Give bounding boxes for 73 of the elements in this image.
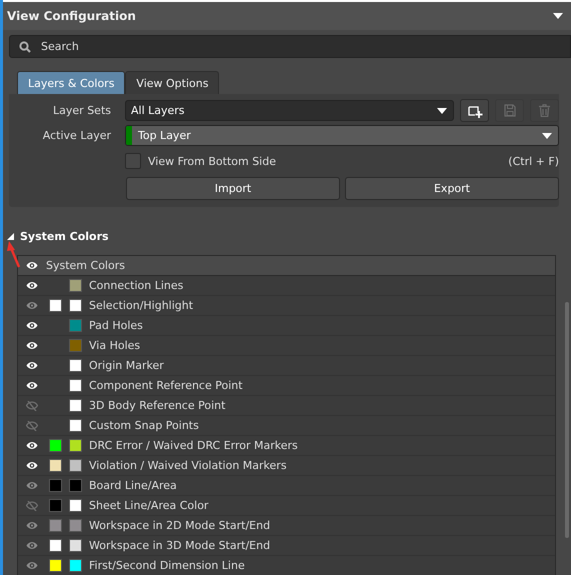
field-label: Layer Sets: [52, 104, 112, 117]
color-swatch[interactable]: [68, 519, 82, 532]
color-swatch[interactable]: [68, 399, 82, 412]
layer-name: Connection Lines: [89, 279, 184, 292]
layer-name: Pad Holes: [89, 319, 143, 332]
field-label: Active Layer: [42, 129, 112, 142]
layer-name: Board Line/Area: [89, 479, 177, 492]
layer-name: Component Reference Point: [89, 379, 243, 392]
dropdown-caret-icon[interactable]: [437, 108, 447, 114]
eye-icon[interactable]: [26, 261, 38, 270]
color-swatch[interactable]: [48, 559, 62, 572]
color-swatch[interactable]: [48, 299, 62, 312]
layer-sets-dropdown[interactable]: All Layers: [125, 100, 454, 121]
search-field[interactable]: Search: [9, 35, 571, 58]
layer-name: Sheet Line/Area Color: [89, 499, 208, 512]
color-swatch[interactable]: [48, 439, 62, 452]
search-input[interactable]: Search: [39, 39, 443, 54]
collapse-triangle-icon[interactable]: [7, 232, 14, 240]
dropdown-caret-icon[interactable]: [553, 13, 563, 19]
eye-icon[interactable]: [26, 341, 38, 350]
add-icon: [466, 104, 482, 118]
color-swatch[interactable]: [48, 539, 62, 552]
eye-icon[interactable]: [26, 321, 38, 330]
color-swatch[interactable]: [68, 279, 82, 292]
layer-name: Custom Snap Points: [89, 419, 199, 432]
color-swatch[interactable]: [68, 359, 82, 372]
color-swatch[interactable]: [68, 299, 82, 312]
checkbox-label: View From Bottom Side: [148, 154, 277, 168]
action-button[interactable]: Import: [126, 177, 340, 200]
checkbox[interactable]: [125, 153, 141, 169]
color-swatch[interactable]: [68, 319, 82, 332]
color-swatch[interactable]: [68, 499, 82, 512]
color-swatch[interactable]: [68, 419, 82, 432]
eye-icon[interactable]: [26, 381, 38, 390]
tab[interactable]: Layers & Colors: [17, 71, 126, 94]
layer-name: Selection/Highlight: [89, 299, 194, 312]
section-title: System Colors: [20, 230, 109, 242]
panel-title: View Configuration: [7, 9, 136, 23]
search-icon: [19, 40, 31, 52]
arrow-annotation: [7, 241, 21, 268]
color-swatch[interactable]: [68, 459, 82, 472]
trash-icon: [539, 104, 550, 117]
layer-name: Via Holes: [89, 339, 140, 352]
eye-icon[interactable]: [26, 461, 38, 470]
shortcut-hint: (Ctrl + F): [508, 154, 559, 168]
add-layer-set-button[interactable]: [460, 99, 489, 122]
color-swatch[interactable]: [68, 539, 82, 552]
scrollbar-thumb[interactable]: [565, 302, 569, 538]
color-swatch[interactable]: [48, 459, 62, 472]
eye-icon[interactable]: [26, 441, 38, 450]
eye-icon[interactable]: [26, 281, 38, 290]
save-icon: [504, 104, 516, 117]
color-swatch[interactable]: [68, 379, 82, 392]
layer-name: 3D Body Reference Point: [89, 399, 226, 412]
color-swatch[interactable]: [48, 479, 62, 492]
layer-name: First/Second Dimension Line: [89, 559, 245, 572]
color-swatch[interactable]: [68, 479, 82, 492]
layer-name: DRC Error / Waived DRC Error Markers: [89, 439, 298, 452]
color-swatch[interactable]: [68, 559, 82, 572]
color-swatch[interactable]: [48, 519, 62, 532]
tab[interactable]: View Options: [125, 71, 220, 94]
color-swatch[interactable]: [48, 499, 62, 512]
column-header: System Colors: [46, 259, 125, 272]
color-swatch[interactable]: [68, 339, 82, 352]
action-button[interactable]: Export: [345, 177, 559, 200]
layer-name: Workspace in 3D Mode Start/End: [89, 539, 270, 552]
layer-name: Violation / Waived Violation Markers: [89, 459, 287, 472]
color-swatch[interactable]: [68, 439, 82, 452]
layer-name: Origin Marker: [89, 359, 164, 372]
layer-name: Workspace in 2D Mode Start/End: [89, 519, 270, 532]
active-layer-dropdown[interactable]: Top Layer: [125, 125, 559, 146]
eye-icon[interactable]: [26, 361, 38, 370]
dropdown-caret-icon[interactable]: [542, 132, 552, 138]
